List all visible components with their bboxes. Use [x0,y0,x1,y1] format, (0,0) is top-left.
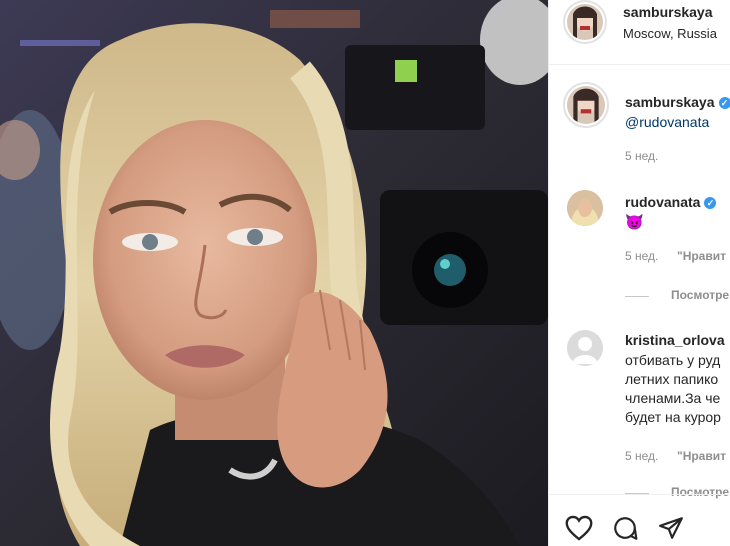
comment-username[interactable]: kristina_orlova [625,332,725,348]
post-details-panel: samburskaya Moscow, Russia samburskaya ✓ … [548,0,730,546]
caption-mention[interactable]: @rudovanata [625,114,709,130]
action-bar [549,494,730,546]
comment-username-text[interactable]: rudovanata [625,194,700,210]
comment-like-button[interactable]: "Нравит [677,249,726,263]
heart-icon[interactable] [565,515,593,546]
post-location[interactable]: Moscow, Russia [623,26,717,41]
commenter-avatar[interactable] [567,330,603,366]
comment-text-line: летних папико [625,371,719,387]
post-photo[interactable] [0,0,548,546]
author-avatar[interactable] [567,4,603,40]
verified-icon: ✓ [704,197,717,209]
comment-like-button[interactable]: "Нравит [677,449,726,463]
comment-age[interactable]: 5 нед. [625,449,658,463]
comment-text: 😈 [625,214,644,231]
commenter-avatar[interactable] [567,190,603,226]
verified-icon: ✓ [718,97,730,109]
caption-age[interactable]: 5 нед. [625,149,658,163]
caption-avatar[interactable] [567,86,605,124]
view-replies-button[interactable]: Посмотре [671,288,729,302]
caption-username[interactable]: samburskaya ✓ [625,94,730,110]
comment-text-line: отбивать у руд [625,352,721,368]
comment-username[interactable]: rudovanata ✓ [625,194,717,210]
comment-text-line: членами.За че [625,390,721,406]
comment-age[interactable]: 5 нед. [625,249,658,263]
comment-like-label[interactable]: "Нравит [677,249,726,263]
divider-line [625,296,649,297]
post-header: samburskaya Moscow, Russia [549,0,730,65]
caption-username-text[interactable]: samburskaya [625,94,715,110]
comment-text-line: будет на курор [625,409,721,425]
comment-like-label[interactable]: "Нравит [677,449,726,463]
author-username[interactable]: samburskaya [623,4,713,20]
comment-icon[interactable] [611,515,639,546]
share-icon[interactable] [657,515,685,546]
